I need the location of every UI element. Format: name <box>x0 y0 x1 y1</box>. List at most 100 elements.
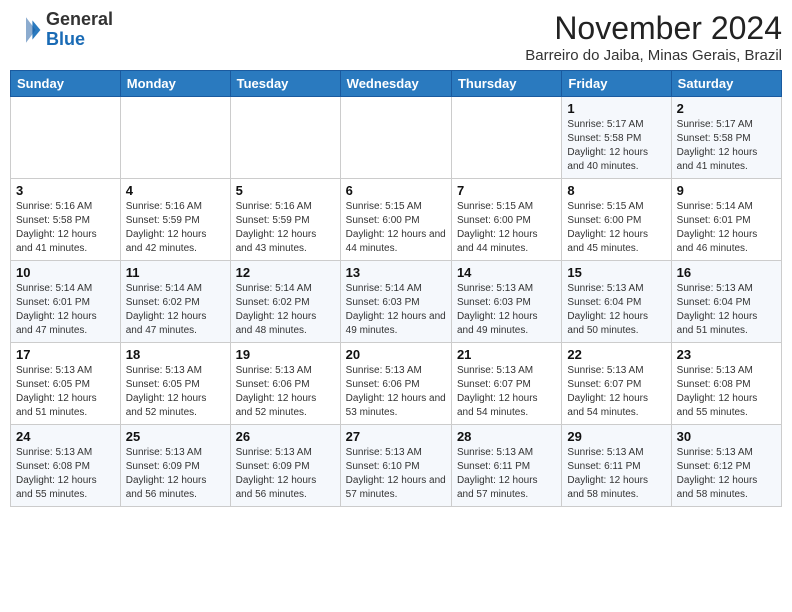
day-info: Sunrise: 5:13 AM Sunset: 6:05 PM Dayligh… <box>16 364 115 420</box>
day-number: 7 <box>457 183 556 198</box>
day-number: 20 <box>346 347 446 362</box>
location: Barreiro do Jaiba, Minas Gerais, Brazil <box>525 47 782 64</box>
calendar-cell: 21 Sunrise: 5:13 AM Sunset: 6:07 PM Dayli… <box>451 343 561 425</box>
day-info: Sunrise: 5:13 AM Sunset: 6:06 PM Dayligh… <box>236 364 335 420</box>
calendar-cell: 14Sunrise: 5:13 AM Sunset: 6:03 PM Dayli… <box>451 261 561 343</box>
day-number: 25 <box>126 429 225 444</box>
day-info: Sunrise: 5:16 AM Sunset: 5:59 PM Dayligh… <box>236 200 335 256</box>
day-number: 6 <box>346 183 446 198</box>
page-header: General Blue November 2024 Barreiro do J… <box>10 10 782 64</box>
calendar-cell: 8 Sunrise: 5:15 AM Sunset: 6:00 PM Daylig… <box>562 179 671 261</box>
calendar-cell: 4 Sunrise: 5:16 AM Sunset: 5:59 PM Daylig… <box>120 179 230 261</box>
calendar-cell: 15 Sunrise: 5:13 AM Sunset: 6:04 PM Dayli… <box>562 261 671 343</box>
calendar-cell: 19 Sunrise: 5:13 AM Sunset: 6:06 PM Dayli… <box>230 343 340 425</box>
day-number: 21 <box>457 347 556 362</box>
month-year: November 2024 <box>525 10 782 47</box>
day-info: Sunrise: 5:15 AM Sunset: 6:00 PM Dayligh… <box>567 200 665 256</box>
calendar-cell <box>120 97 230 179</box>
calendar-cell: 27 Sunrise: 5:13 AM Sunset: 6:10 PM Dayli… <box>340 425 451 507</box>
day-number: 23 <box>677 347 776 362</box>
day-info: Sunrise: 5:13 AM Sunset: 6:12 PM Dayligh… <box>677 446 776 502</box>
day-info: Sunrise: 5:14 AM Sunset: 6:01 PM Dayligh… <box>677 200 776 256</box>
day-info: Sunrise: 5:13 AM Sunset: 6:03 PM Dayligh… <box>457 282 556 338</box>
calendar-cell: 16 Sunrise: 5:13 AM Sunset: 6:04 PM Dayli… <box>671 261 781 343</box>
calendar-cell: 10Sunrise: 5:14 AM Sunset: 6:01 PM Dayli… <box>11 261 121 343</box>
day-number: 5 <box>236 183 335 198</box>
dow-header-monday: Monday <box>120 71 230 97</box>
day-info: Sunrise: 5:13 AM Sunset: 6:09 PM Dayligh… <box>236 446 335 502</box>
day-info: Sunrise: 5:13 AM Sunset: 6:04 PM Dayligh… <box>677 282 776 338</box>
day-number: 12 <box>236 265 335 280</box>
week-row-4: 17 Sunrise: 5:13 AM Sunset: 6:05 PM Dayli… <box>11 343 782 425</box>
day-info: Sunrise: 5:13 AM Sunset: 6:05 PM Dayligh… <box>126 364 225 420</box>
day-number: 16 <box>677 265 776 280</box>
day-number: 13 <box>346 265 446 280</box>
calendar-cell: 3 Sunrise: 5:16 AM Sunset: 5:58 PM Daylig… <box>11 179 121 261</box>
day-info: Sunrise: 5:17 AM Sunset: 5:58 PM Dayligh… <box>567 118 665 174</box>
day-info: Sunrise: 5:13 AM Sunset: 6:07 PM Dayligh… <box>457 364 556 420</box>
calendar-cell: 24Sunrise: 5:13 AM Sunset: 6:08 PM Dayli… <box>11 425 121 507</box>
day-number: 27 <box>346 429 446 444</box>
calendar-cell: 6 Sunrise: 5:15 AM Sunset: 6:00 PM Daylig… <box>340 179 451 261</box>
day-info: Sunrise: 5:13 AM Sunset: 6:04 PM Dayligh… <box>567 282 665 338</box>
calendar-cell: 5 Sunrise: 5:16 AM Sunset: 5:59 PM Daylig… <box>230 179 340 261</box>
day-number: 1 <box>567 101 665 116</box>
day-number: 19 <box>236 347 335 362</box>
week-row-5: 24Sunrise: 5:13 AM Sunset: 6:08 PM Dayli… <box>11 425 782 507</box>
calendar-cell: 11 Sunrise: 5:14 AM Sunset: 6:02 PM Dayli… <box>120 261 230 343</box>
logo: General Blue <box>10 10 113 50</box>
calendar-cell: 13 Sunrise: 5:14 AM Sunset: 6:03 PM Dayli… <box>340 261 451 343</box>
day-number: 11 <box>126 265 225 280</box>
calendar-cell: 22Sunrise: 5:13 AM Sunset: 6:07 PM Dayli… <box>562 343 671 425</box>
logo-icon <box>10 14 42 46</box>
calendar-cell: 26 Sunrise: 5:13 AM Sunset: 6:09 PM Dayli… <box>230 425 340 507</box>
week-row-2: 3 Sunrise: 5:16 AM Sunset: 5:58 PM Daylig… <box>11 179 782 261</box>
dow-header-sunday: Sunday <box>11 71 121 97</box>
day-number: 24 <box>16 429 115 444</box>
title-block: November 2024 Barreiro do Jaiba, Minas G… <box>525 10 782 64</box>
day-info: Sunrise: 5:16 AM Sunset: 5:59 PM Dayligh… <box>126 200 225 256</box>
calendar-cell: 29 Sunrise: 5:13 AM Sunset: 6:11 PM Dayli… <box>562 425 671 507</box>
day-number: 4 <box>126 183 225 198</box>
day-info: Sunrise: 5:13 AM Sunset: 6:10 PM Dayligh… <box>346 446 446 502</box>
day-number: 29 <box>567 429 665 444</box>
day-info: Sunrise: 5:14 AM Sunset: 6:02 PM Dayligh… <box>236 282 335 338</box>
day-number: 17 <box>16 347 115 362</box>
calendar-cell: 12 Sunrise: 5:14 AM Sunset: 6:02 PM Dayli… <box>230 261 340 343</box>
calendar-cell: 28 Sunrise: 5:13 AM Sunset: 6:11 PM Dayli… <box>451 425 561 507</box>
day-info: Sunrise: 5:13 AM Sunset: 6:11 PM Dayligh… <box>567 446 665 502</box>
day-info: Sunrise: 5:14 AM Sunset: 6:03 PM Dayligh… <box>346 282 446 338</box>
day-info: Sunrise: 5:15 AM Sunset: 6:00 PM Dayligh… <box>346 200 446 256</box>
day-number: 22 <box>567 347 665 362</box>
day-info: Sunrise: 5:14 AM Sunset: 6:02 PM Dayligh… <box>126 282 225 338</box>
calendar-cell: 30 Sunrise: 5:13 AM Sunset: 6:12 PM Dayli… <box>671 425 781 507</box>
day-number: 3 <box>16 183 115 198</box>
day-info: Sunrise: 5:13 AM Sunset: 6:08 PM Dayligh… <box>677 364 776 420</box>
day-info: Sunrise: 5:16 AM Sunset: 5:58 PM Dayligh… <box>16 200 115 256</box>
calendar-cell: 9Sunrise: 5:14 AM Sunset: 6:01 PM Daylig… <box>671 179 781 261</box>
week-row-3: 10Sunrise: 5:14 AM Sunset: 6:01 PM Dayli… <box>11 261 782 343</box>
calendar-cell: 18 Sunrise: 5:13 AM Sunset: 6:05 PM Dayli… <box>120 343 230 425</box>
calendar-cell <box>340 97 451 179</box>
calendar-cell <box>230 97 340 179</box>
calendar-cell: 2Sunrise: 5:17 AM Sunset: 5:58 PM Daylig… <box>671 97 781 179</box>
dow-header-tuesday: Tuesday <box>230 71 340 97</box>
logo-text: General Blue <box>46 10 113 50</box>
day-info: Sunrise: 5:15 AM Sunset: 6:00 PM Dayligh… <box>457 200 556 256</box>
day-number: 8 <box>567 183 665 198</box>
calendar-cell: 25Sunrise: 5:13 AM Sunset: 6:09 PM Dayli… <box>120 425 230 507</box>
calendar-cell: 23 Sunrise: 5:13 AM Sunset: 6:08 PM Dayli… <box>671 343 781 425</box>
day-number: 2 <box>677 101 776 116</box>
day-number: 15 <box>567 265 665 280</box>
day-number: 28 <box>457 429 556 444</box>
dow-header-saturday: Saturday <box>671 71 781 97</box>
day-number: 18 <box>126 347 225 362</box>
dow-header-friday: Friday <box>562 71 671 97</box>
day-number: 30 <box>677 429 776 444</box>
calendar-cell: 20 Sunrise: 5:13 AM Sunset: 6:06 PM Dayli… <box>340 343 451 425</box>
calendar-cell <box>11 97 121 179</box>
day-info: Sunrise: 5:13 AM Sunset: 6:06 PM Dayligh… <box>346 364 446 420</box>
calendar-cell: 7 Sunrise: 5:15 AM Sunset: 6:00 PM Daylig… <box>451 179 561 261</box>
day-number: 26 <box>236 429 335 444</box>
day-info: Sunrise: 5:13 AM Sunset: 6:11 PM Dayligh… <box>457 446 556 502</box>
